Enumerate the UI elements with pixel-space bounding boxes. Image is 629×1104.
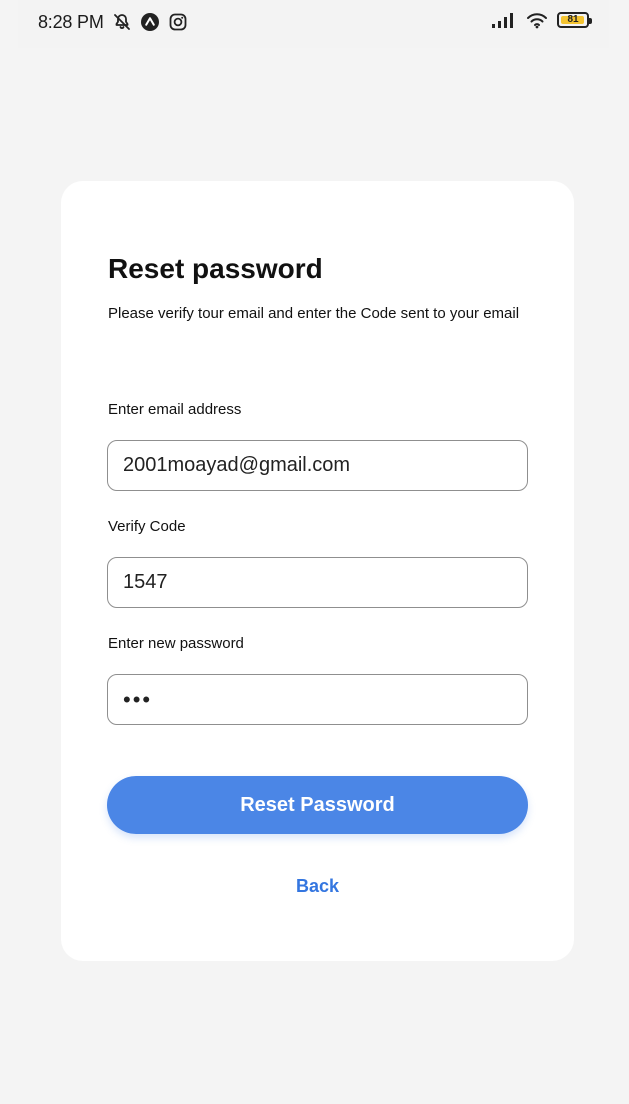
reset-password-button[interactable]: Reset Password	[107, 776, 528, 834]
new-password-label: Enter new password	[108, 635, 244, 652]
battery-level: 81	[567, 14, 579, 25]
status-left: 8:28 PM	[38, 11, 188, 33]
status-bar: 8:28 PM 81	[18, 0, 609, 48]
wifi-icon	[525, 11, 549, 29]
verify-code-input[interactable]	[107, 557, 528, 608]
app-notification-icon	[140, 12, 160, 32]
page-subtitle: Please verify tour email and enter the C…	[108, 305, 520, 322]
instagram-icon	[168, 12, 188, 32]
email-input[interactable]	[107, 440, 528, 491]
page-title: Reset password	[108, 253, 323, 284]
new-password-input[interactable]	[107, 674, 528, 725]
status-time: 8:28 PM	[38, 12, 104, 32]
email-label: Enter email address	[108, 401, 242, 418]
status-right: 81	[491, 11, 592, 29]
back-button[interactable]: Back	[107, 874, 528, 898]
battery-cap	[589, 18, 592, 24]
battery-icon: 81	[557, 12, 592, 28]
verify-code-label: Verify Code	[108, 518, 186, 535]
notification-muted-icon	[112, 12, 132, 32]
reset-password-card: Reset password Please verify tour email …	[61, 181, 574, 961]
signal-icon	[491, 11, 517, 29]
